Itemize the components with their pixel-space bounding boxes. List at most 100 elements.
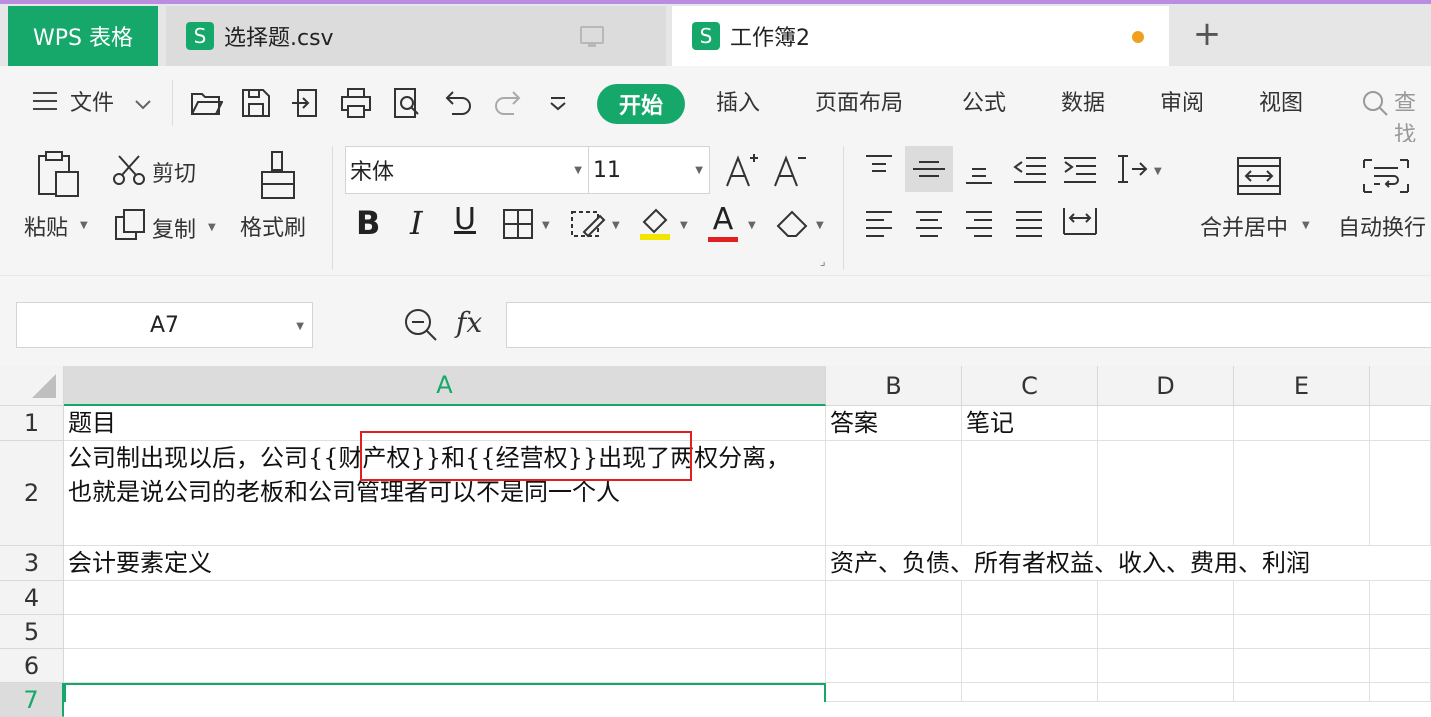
copy-button[interactable]: 复制 [152, 212, 196, 244]
cell-f4[interactable] [1370, 581, 1431, 615]
italic-button[interactable]: I [410, 204, 423, 242]
font-color-button[interactable]: A [708, 202, 738, 242]
hamburger-icon[interactable] [32, 90, 58, 112]
cell-a5[interactable] [64, 615, 826, 649]
cell-f1[interactable] [1370, 406, 1431, 441]
cut-button[interactable]: 剪切 [152, 156, 196, 188]
row-header-1[interactable]: 1 [0, 406, 64, 441]
column-header-d[interactable]: D [1098, 366, 1234, 406]
row-header-2[interactable]: 2 [0, 441, 64, 546]
wps-home-tab[interactable]: WPS 表格 [8, 6, 158, 66]
cell-f6[interactable] [1370, 649, 1431, 683]
eraser-dropdown-icon[interactable]: ▼ [816, 220, 824, 231]
scissors-icon[interactable] [112, 154, 146, 190]
tab-workbook2[interactable]: S 工作簿2 [672, 6, 1169, 66]
cell-a3[interactable]: 会计要素定义 [64, 546, 826, 581]
cell-c6[interactable] [962, 649, 1098, 683]
monitor-icon[interactable] [580, 26, 604, 47]
cell-e6[interactable] [1234, 649, 1370, 683]
select-all-corner[interactable] [0, 366, 64, 406]
column-header-c[interactable]: C [962, 366, 1098, 406]
decrease-indent-icon[interactable] [1012, 154, 1048, 188]
align-top-icon[interactable] [862, 152, 896, 186]
text-direction-dropdown-icon[interactable]: ▼ [1154, 166, 1162, 177]
tab-data[interactable]: 数据 [1061, 88, 1105, 120]
quick-access-dropdown-icon[interactable] [548, 96, 568, 116]
file-menu[interactable]: 文件 [70, 88, 114, 120]
column-header-a[interactable]: A [64, 366, 826, 406]
cell-d4[interactable] [1098, 581, 1234, 615]
cell-d1[interactable] [1098, 406, 1234, 441]
cell-d5[interactable] [1098, 615, 1234, 649]
fx-button[interactable]: fx [456, 306, 482, 339]
zoom-icon[interactable] [404, 308, 438, 346]
paste-icon[interactable] [36, 150, 82, 202]
merge-center-button[interactable]: 合并居中 [1200, 210, 1288, 242]
name-box[interactable]: A7 ▼ [16, 302, 313, 348]
cell-b5[interactable] [826, 615, 962, 649]
row-header-6[interactable]: 6 [0, 649, 64, 683]
tab-view[interactable]: 视图 [1259, 88, 1303, 120]
tab-formulas[interactable]: 公式 [962, 88, 1006, 120]
column-header-e[interactable]: E [1234, 366, 1370, 406]
tab-page-layout[interactable]: 页面布局 [815, 88, 903, 120]
cell-e4[interactable] [1234, 581, 1370, 615]
cell-d2[interactable] [1098, 441, 1234, 546]
text-direction-icon[interactable] [1112, 152, 1148, 190]
align-left-icon[interactable] [862, 208, 896, 242]
merge-center-icon[interactable] [1236, 156, 1282, 200]
underline-button[interactable]: U [454, 202, 476, 237]
export-icon[interactable] [290, 86, 324, 124]
merge-center-dropdown-icon[interactable]: ▼ [1302, 220, 1310, 231]
new-tab-button[interactable]: + [1190, 14, 1224, 54]
cell-a7-selected[interactable] [64, 683, 826, 702]
paste-dropdown-icon[interactable]: ▼ [80, 220, 88, 231]
search-icon[interactable] [1362, 90, 1388, 120]
bold-button[interactable]: B [356, 204, 380, 242]
tab-review[interactable]: 审阅 [1160, 88, 1204, 120]
cell-d7[interactable] [1098, 683, 1234, 702]
align-center-icon[interactable] [912, 208, 946, 242]
cell-e7[interactable] [1234, 683, 1370, 702]
cell-b6[interactable] [826, 649, 962, 683]
paste-button[interactable]: 粘贴 [24, 210, 68, 242]
save-icon[interactable] [240, 86, 272, 124]
justify-icon[interactable] [1012, 208, 1046, 242]
column-header-b[interactable]: B [826, 366, 962, 406]
font-color-dropdown-icon[interactable]: ▼ [748, 220, 756, 231]
column-header-f[interactable] [1370, 366, 1431, 406]
cell-f2[interactable] [1370, 441, 1431, 546]
undo-icon[interactable] [440, 86, 474, 124]
cell-e2[interactable] [1234, 441, 1370, 546]
chevron-down-icon[interactable] [134, 96, 152, 115]
distribute-icon[interactable] [1062, 204, 1098, 242]
cell-b2[interactable] [826, 441, 962, 546]
print-preview-icon[interactable] [390, 86, 424, 124]
cell-a6[interactable] [64, 649, 826, 683]
font-name-select[interactable]: 宋体 ▼ [345, 146, 589, 194]
font-size-select[interactable]: 11 ▼ [588, 146, 710, 194]
font-dialog-launcher-icon[interactable]: ⌟ [820, 254, 826, 268]
open-folder-icon[interactable] [189, 86, 224, 124]
wrap-text-icon[interactable] [1362, 156, 1410, 200]
cell-b7[interactable] [826, 683, 962, 702]
cell-c4[interactable] [962, 581, 1098, 615]
fill-color-dropdown-icon[interactable]: ▼ [680, 220, 688, 231]
cell-style-icon[interactable] [570, 208, 606, 244]
cell-c2[interactable] [962, 441, 1098, 546]
format-painter-button[interactable]: 格式刷 [240, 210, 306, 242]
cell-c1[interactable]: 笔记 [962, 406, 1098, 441]
format-painter-icon[interactable] [258, 150, 298, 206]
align-middle-button[interactable] [905, 146, 953, 192]
increase-font-icon[interactable] [724, 150, 760, 194]
cell-d6[interactable] [1098, 649, 1234, 683]
cell-c7[interactable] [962, 683, 1098, 702]
row-header-4[interactable]: 4 [0, 581, 64, 615]
copy-dropdown-icon[interactable]: ▼ [208, 222, 216, 233]
cell-style-dropdown-icon[interactable]: ▼ [612, 220, 620, 231]
row-header-5[interactable]: 5 [0, 615, 64, 649]
row-header-3[interactable]: 3 [0, 546, 64, 581]
increase-indent-icon[interactable] [1062, 154, 1098, 188]
cell-f5[interactable] [1370, 615, 1431, 649]
cell-e1[interactable] [1234, 406, 1370, 441]
